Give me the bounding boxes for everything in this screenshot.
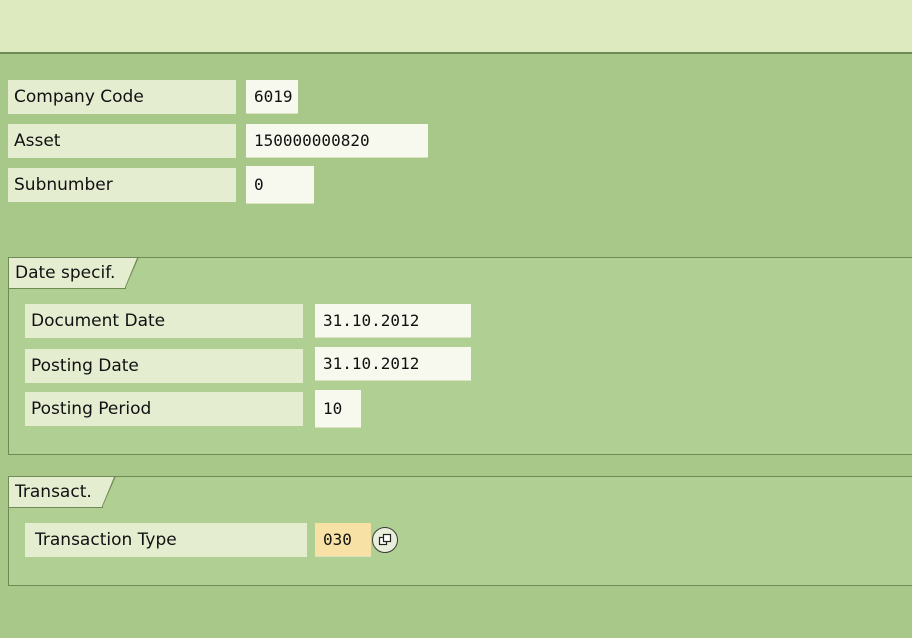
company-code-field[interactable]: 6019: [246, 80, 298, 114]
posting-period-label: Posting Period: [25, 392, 303, 426]
transaction-type-field[interactable]: 030: [315, 523, 371, 557]
posting-date-label: Posting Date: [25, 349, 303, 383]
transaction-type-label: Transaction Type: [25, 523, 307, 557]
toolbar: [0, 0, 912, 54]
document-date-label: Document Date: [25, 304, 303, 338]
asset-field[interactable]: 150000000820: [246, 124, 428, 158]
subnumber-label: Subnumber: [8, 168, 236, 202]
subnumber-field[interactable]: 0: [246, 166, 314, 204]
document-date-field[interactable]: 31.10.2012: [315, 304, 471, 338]
date-specification-group: Date specif. Document Date 31.10.2012 Po…: [8, 257, 912, 455]
posting-period-field[interactable]: 10: [315, 390, 361, 428]
asset-label: Asset: [8, 124, 236, 158]
value-help-button[interactable]: [372, 527, 398, 553]
transaction-group: Transact. Transaction Type 030: [8, 476, 912, 586]
posting-date-field[interactable]: 31.10.2012: [315, 347, 471, 381]
date-specification-group-title: Date specif.: [8, 257, 140, 289]
value-help-icon: [378, 533, 392, 546]
transaction-group-title: Transact.: [8, 476, 116, 508]
company-code-label: Company Code: [8, 80, 236, 114]
